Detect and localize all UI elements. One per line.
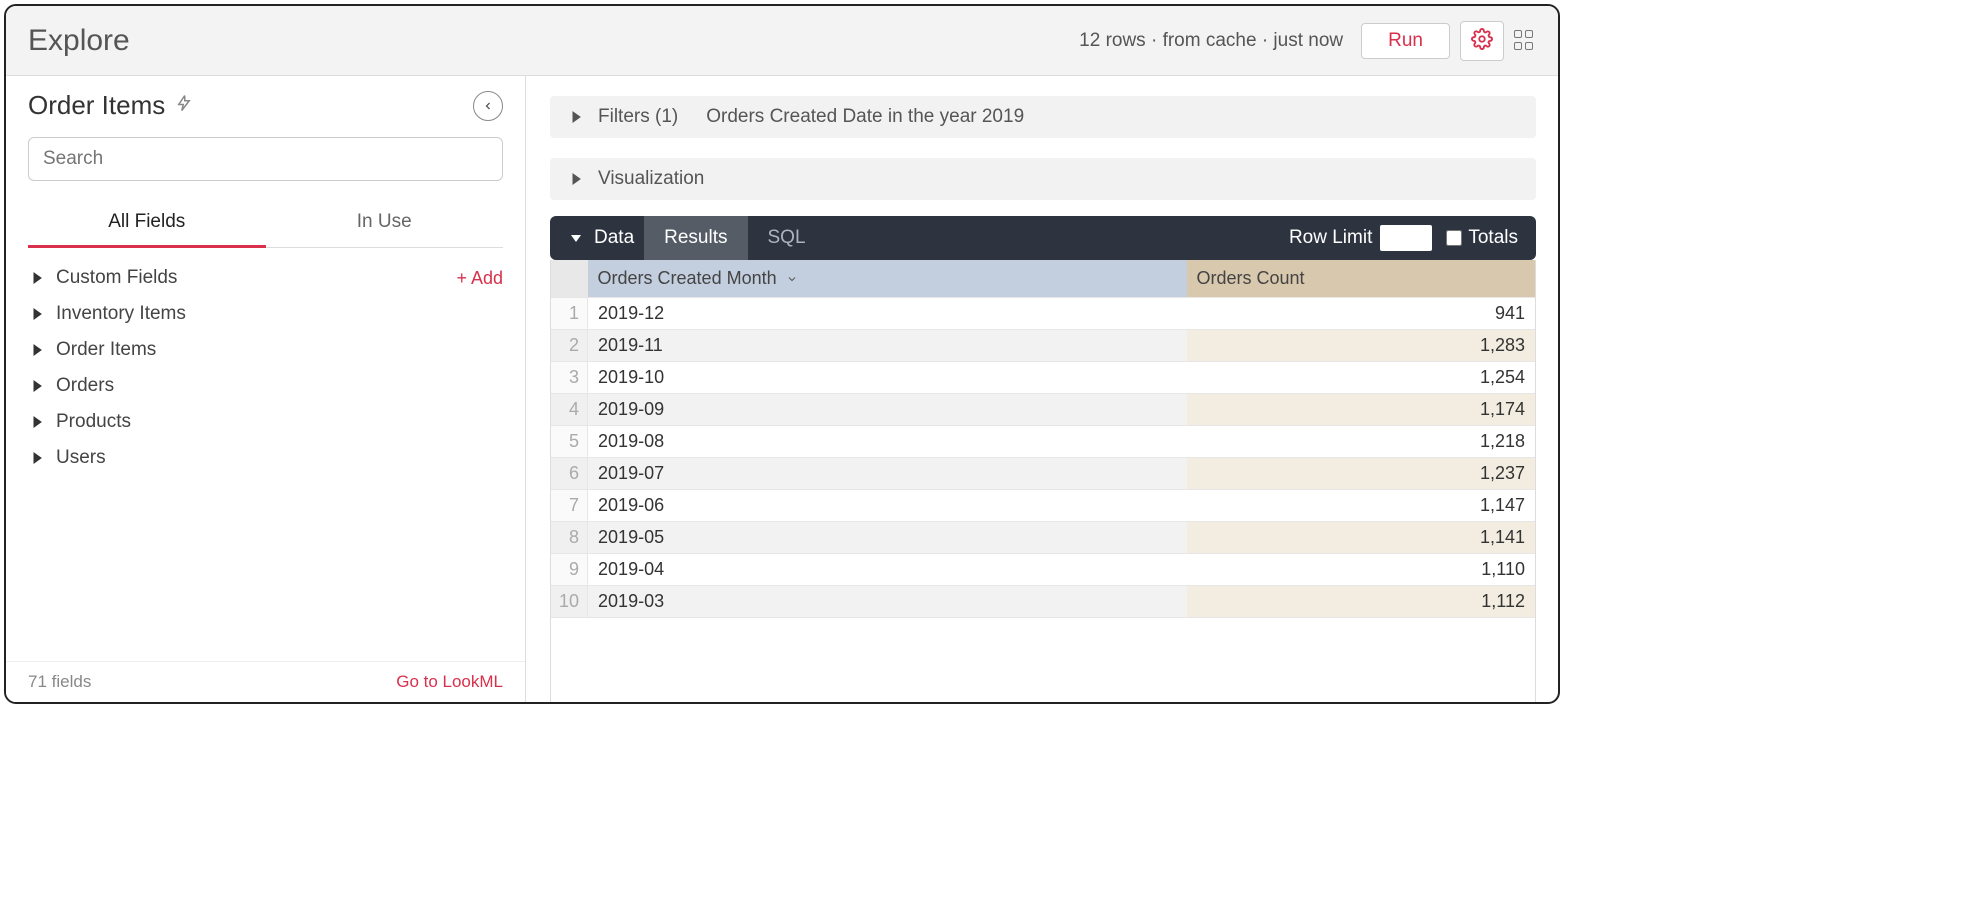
collapse-sidebar-button[interactable] [473, 91, 503, 121]
totals-label: Totals [1468, 227, 1518, 249]
results-table: Orders Created Month Orders Count 12019-… [551, 260, 1535, 618]
cell-measure[interactable]: 1,147 [1187, 490, 1535, 522]
search-input[interactable] [28, 137, 503, 181]
caret-right-icon [568, 111, 584, 123]
caret-right-icon [568, 173, 584, 185]
field-group[interactable]: Custom Fields + Add [28, 260, 503, 296]
column-header-measure[interactable]: Orders Count [1187, 260, 1535, 298]
cell-dimension[interactable]: 2019-05 [588, 522, 1187, 554]
table-row: 72019-061,147 [551, 490, 1535, 522]
row-number: 10 [551, 586, 588, 618]
data-label: Data [594, 227, 634, 249]
add-custom-field-link[interactable]: + Add [456, 268, 503, 289]
row-number: 2 [551, 330, 588, 362]
caret-right-icon [28, 380, 46, 392]
field-group-label: Orders [56, 375, 114, 397]
caret-down-icon[interactable] [568, 233, 584, 243]
main-pane: Filters (1) Orders Created Date in the y… [526, 76, 1558, 702]
totals-checkbox[interactable] [1446, 230, 1462, 246]
row-number-header [551, 260, 588, 298]
field-group[interactable]: Users [28, 440, 503, 476]
data-bar: Data Results SQL Row Limit Totals [550, 216, 1536, 260]
row-number: 9 [551, 554, 588, 586]
filters-summary: Orders Created Date in the year 2019 [706, 106, 1024, 128]
field-group-label: Inventory Items [56, 303, 186, 325]
cell-measure[interactable]: 1,254 [1187, 362, 1535, 394]
field-group[interactable]: Orders [28, 368, 503, 404]
row-number: 7 [551, 490, 588, 522]
cell-measure[interactable]: 1,283 [1187, 330, 1535, 362]
run-button[interactable]: Run [1361, 23, 1450, 59]
filters-panel[interactable]: Filters (1) Orders Created Date in the y… [550, 96, 1536, 138]
settings-button[interactable] [1460, 21, 1504, 61]
cell-dimension[interactable]: 2019-04 [588, 554, 1187, 586]
tab-all-fields[interactable]: All Fields [28, 201, 266, 248]
row-number: 6 [551, 458, 588, 490]
topbar: Explore 12 rows · from cache · just now … [6, 6, 1558, 76]
gear-icon [1471, 28, 1493, 53]
row-number: 4 [551, 394, 588, 426]
field-group[interactable]: Products [28, 404, 503, 440]
field-count: 71 fields [28, 672, 91, 692]
row-number: 1 [551, 298, 588, 330]
cell-dimension[interactable]: 2019-07 [588, 458, 1187, 490]
column-header-dimension[interactable]: Orders Created Month [588, 260, 1187, 298]
cell-measure[interactable]: 941 [1187, 298, 1535, 330]
field-group-label: Products [56, 411, 131, 433]
tab-in-use[interactable]: In Use [266, 201, 504, 247]
filters-label: Filters (1) [598, 106, 678, 128]
table-row: 62019-071,237 [551, 458, 1535, 490]
visualization-panel[interactable]: Visualization [550, 158, 1536, 200]
table-row: 102019-031,112 [551, 586, 1535, 618]
table-row: 92019-041,110 [551, 554, 1535, 586]
table-row: 22019-111,283 [551, 330, 1535, 362]
caret-right-icon [28, 272, 46, 284]
field-group-label: Custom Fields [56, 267, 177, 289]
row-limit-input[interactable] [1380, 225, 1432, 251]
table-row: 12019-12941 [551, 298, 1535, 330]
explore-name: Order Items [28, 90, 165, 121]
cell-measure[interactable]: 1,112 [1187, 586, 1535, 618]
field-group-label: Order Items [56, 339, 156, 361]
visualization-label: Visualization [598, 168, 704, 190]
row-number: 8 [551, 522, 588, 554]
cell-dimension[interactable]: 2019-11 [588, 330, 1187, 362]
page-title: Explore [28, 24, 130, 58]
cell-dimension[interactable]: 2019-09 [588, 394, 1187, 426]
cell-dimension[interactable]: 2019-08 [588, 426, 1187, 458]
dashboard-grid-icon[interactable] [1514, 30, 1536, 52]
field-group[interactable]: Inventory Items [28, 296, 503, 332]
table-row: 52019-081,218 [551, 426, 1535, 458]
cell-measure[interactable]: 1,110 [1187, 554, 1535, 586]
cell-dimension[interactable]: 2019-12 [588, 298, 1187, 330]
dim-header-label: Orders Created Month [598, 268, 777, 288]
cell-measure[interactable]: 1,174 [1187, 394, 1535, 426]
cell-dimension[interactable]: 2019-06 [588, 490, 1187, 522]
query-status: 12 rows · from cache · just now [1079, 30, 1343, 52]
row-number: 5 [551, 426, 588, 458]
app-window: Explore 12 rows · from cache · just now … [4, 4, 1560, 704]
table-row: 42019-091,174 [551, 394, 1535, 426]
caret-right-icon [28, 344, 46, 356]
field-group-label: Users [56, 447, 106, 469]
field-group[interactable]: Order Items [28, 332, 503, 368]
table-row: 32019-101,254 [551, 362, 1535, 394]
tab-sql[interactable]: SQL [748, 216, 826, 260]
cell-measure[interactable]: 1,218 [1187, 426, 1535, 458]
field-picker-sidebar: Order Items All Fields In Use Custom Fie… [6, 76, 526, 702]
caret-right-icon [28, 452, 46, 464]
sort-descending-icon [782, 268, 798, 288]
go-to-lookml-link[interactable]: Go to LookML [396, 672, 503, 692]
cell-dimension[interactable]: 2019-03 [588, 586, 1187, 618]
caret-right-icon [28, 416, 46, 428]
cell-measure[interactable]: 1,141 [1187, 522, 1535, 554]
row-limit-label: Row Limit [1289, 227, 1372, 249]
row-number: 3 [551, 362, 588, 394]
table-row: 82019-051,141 [551, 522, 1535, 554]
cell-measure[interactable]: 1,237 [1187, 458, 1535, 490]
cell-dimension[interactable]: 2019-10 [588, 362, 1187, 394]
lightning-icon [175, 92, 193, 119]
tab-results[interactable]: Results [644, 216, 747, 260]
caret-right-icon [28, 308, 46, 320]
